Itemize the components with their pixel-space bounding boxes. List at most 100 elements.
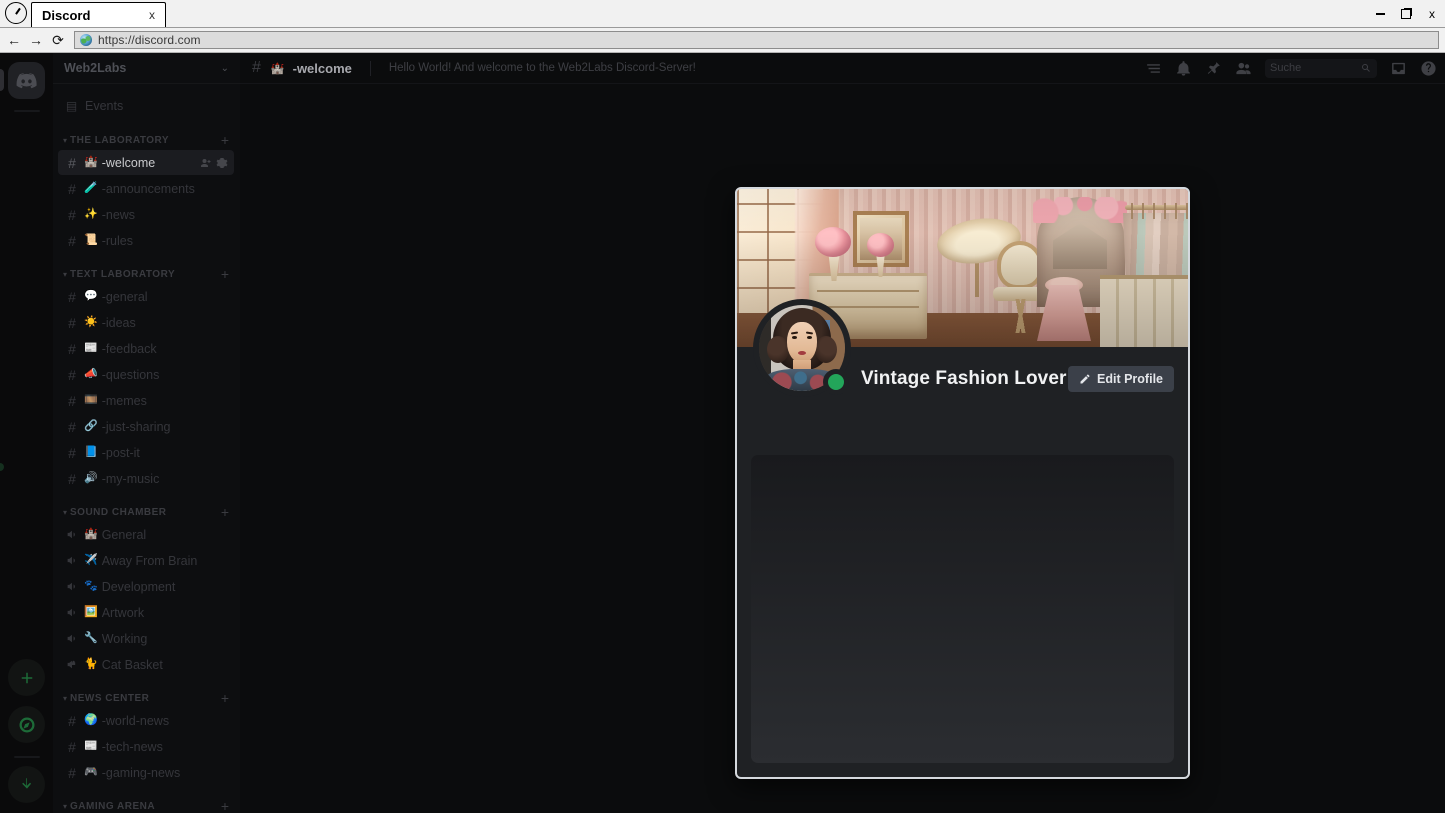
- bell-icon[interactable]: [1175, 60, 1192, 77]
- window-close-icon[interactable]: x: [1419, 0, 1445, 28]
- search-input[interactable]: Suche: [1265, 58, 1377, 78]
- channel-emoji: 🐾: [84, 580, 98, 592]
- channel-ideas[interactable]: # ☀️ -ideas: [58, 310, 234, 335]
- main-content: # 🏰 -welcome Hello World! And welcome to…: [240, 53, 1445, 813]
- gear-icon[interactable]: [216, 157, 228, 169]
- channel-emoji: 🏰: [84, 156, 98, 168]
- download-apps-button[interactable]: [8, 766, 45, 803]
- channel-news[interactable]: # ✨ -news: [58, 202, 234, 227]
- reload-icon[interactable]: ⟳: [48, 30, 68, 50]
- profile-details-panel: [751, 455, 1174, 763]
- hash-icon: #: [68, 738, 76, 755]
- back-icon[interactable]: ←: [4, 30, 24, 50]
- channel-label: Away From Brain: [101, 553, 198, 568]
- category-label: GAMING ARENA: [70, 800, 156, 812]
- voice-channel-artwork[interactable]: 🖼️ Artwork: [58, 600, 234, 625]
- speaker-icon: [64, 554, 80, 567]
- speaker-locked-icon: [64, 658, 80, 671]
- channel-tech-news[interactable]: # 📰 -tech-news: [58, 734, 234, 759]
- channel-label: -welcome: [101, 155, 156, 170]
- channel-feedback[interactable]: # 📰 -feedback: [58, 336, 234, 361]
- add-channel-icon[interactable]: +: [221, 505, 229, 519]
- channel-emoji: 🖼️: [84, 606, 98, 618]
- channel-emoji: 📰: [84, 740, 98, 752]
- category-text-laboratory[interactable]: ▾ TEXT LABORATORY +: [58, 265, 234, 283]
- maximize-icon[interactable]: [1393, 0, 1419, 28]
- add-channel-icon[interactable]: +: [221, 799, 229, 813]
- add-channel-icon[interactable]: +: [221, 267, 229, 281]
- category-sound-chamber[interactable]: ▾ SOUND CHAMBER +: [58, 503, 234, 521]
- pin-icon[interactable]: [1205, 60, 1222, 77]
- channel-memes[interactable]: # 🎞️ -memes: [58, 388, 234, 413]
- close-icon[interactable]: x: [145, 8, 159, 22]
- hash-icon: #: [68, 154, 76, 171]
- forward-icon[interactable]: →: [26, 30, 46, 50]
- page-title: -welcome: [292, 60, 352, 76]
- channel-topic: Hello World! And welcome to the Web2Labs…: [388, 62, 696, 74]
- chevron-down-icon: ⌄: [220, 62, 229, 74]
- voice-channel-away-from-brain[interactable]: ✈️ Away From Brain: [58, 548, 234, 573]
- channel-announcements[interactable]: # 🧪 -announcements: [58, 176, 234, 201]
- status-badge: [823, 369, 849, 395]
- add-channel-icon[interactable]: +: [221, 691, 229, 705]
- help-icon[interactable]: [1420, 60, 1437, 77]
- channel-questions[interactable]: # 📣 -questions: [58, 362, 234, 387]
- channel-label: Artwork: [101, 605, 145, 620]
- edit-profile-button[interactable]: Edit Profile: [1068, 366, 1174, 392]
- hash-icon: #: [68, 340, 76, 357]
- hash-icon: #: [68, 206, 76, 223]
- server-header[interactable]: Web2Labs ⌄: [53, 53, 240, 84]
- channel-world-news[interactable]: # 🌍 -world-news: [58, 708, 234, 733]
- channel-label: -post-it: [101, 445, 140, 460]
- browser-tab[interactable]: Discord x: [31, 2, 166, 27]
- channel-label: -news: [101, 207, 136, 222]
- channel-list: ▤ Events ▾ THE LABORATORY + # 🏰 -welcome…: [53, 84, 240, 813]
- invite-icon[interactable]: [200, 157, 212, 169]
- hash-icon: #: [68, 444, 76, 461]
- speaker-icon: [64, 528, 80, 541]
- channel-post-it[interactable]: # 📘 -post-it: [58, 440, 234, 465]
- category-gaming-arena[interactable]: ▾ GAMING ARENA +: [58, 797, 234, 813]
- channel-my-music[interactable]: # 🔊 -my-music: [58, 466, 234, 491]
- channel-emoji: 🔧: [84, 632, 98, 644]
- download-icon: [21, 777, 31, 789]
- channel-just-sharing[interactable]: # 🔗 -just-sharing: [58, 414, 234, 439]
- globe-icon: [80, 34, 92, 46]
- add-channel-icon[interactable]: +: [221, 133, 229, 147]
- voice-channel-development[interactable]: 🐾 Development: [58, 574, 234, 599]
- sidebar-item-events[interactable]: ▤ Events: [58, 93, 234, 119]
- channel-emoji: 📰: [84, 342, 98, 354]
- category-the-laboratory[interactable]: ▾ THE LABORATORY +: [58, 131, 234, 149]
- chevron-down-icon: ▾: [63, 801, 68, 811]
- channel-general[interactable]: # 💬 -general: [58, 284, 234, 309]
- channel-sidebar: Web2Labs ⌄ ▤ Events ▾ THE LABORATORY + #…: [53, 53, 240, 813]
- divider: [369, 60, 371, 76]
- server-icon-home[interactable]: [8, 62, 45, 99]
- category-news-center[interactable]: ▾ NEWS CENTER +: [58, 689, 234, 707]
- add-server-button[interactable]: [8, 659, 45, 696]
- browser-navbar: ← → ⟳ https://discord.com: [0, 28, 1445, 53]
- threads-icon[interactable]: [1145, 60, 1162, 77]
- calendar-icon: ▤: [65, 99, 78, 113]
- channel-gaming-news[interactable]: # 🎮 -gaming-news: [58, 760, 234, 785]
- plus-icon: [21, 672, 32, 683]
- voice-channel-general[interactable]: 🏰 General: [58, 522, 234, 547]
- channel-label: -rules: [101, 233, 133, 248]
- search-placeholder: Suche: [1270, 62, 1302, 74]
- inbox-icon[interactable]: [1390, 60, 1407, 77]
- hash-icon: #: [68, 470, 76, 487]
- channel-emoji: 🐈: [84, 658, 98, 670]
- channel-label: -announcements: [101, 181, 195, 196]
- address-bar[interactable]: https://discord.com: [74, 31, 1439, 49]
- avatar[interactable]: [753, 299, 851, 397]
- channel-welcome[interactable]: # 🏰 -welcome: [58, 150, 234, 175]
- explore-servers-button[interactable]: [8, 706, 45, 743]
- members-icon[interactable]: [1235, 60, 1252, 77]
- channel-rules[interactable]: # 📜 -rules: [58, 228, 234, 253]
- voice-channel-working[interactable]: 🔧 Working: [58, 626, 234, 651]
- minimize-icon[interactable]: [1367, 0, 1393, 28]
- server-rail: [0, 53, 53, 813]
- voice-channel-cat-basket[interactable]: 🐈 Cat Basket: [58, 652, 234, 677]
- compass-icon: [19, 717, 34, 732]
- chat-content-area: Vintage Fashion Lover Edit Profile: [240, 84, 1445, 813]
